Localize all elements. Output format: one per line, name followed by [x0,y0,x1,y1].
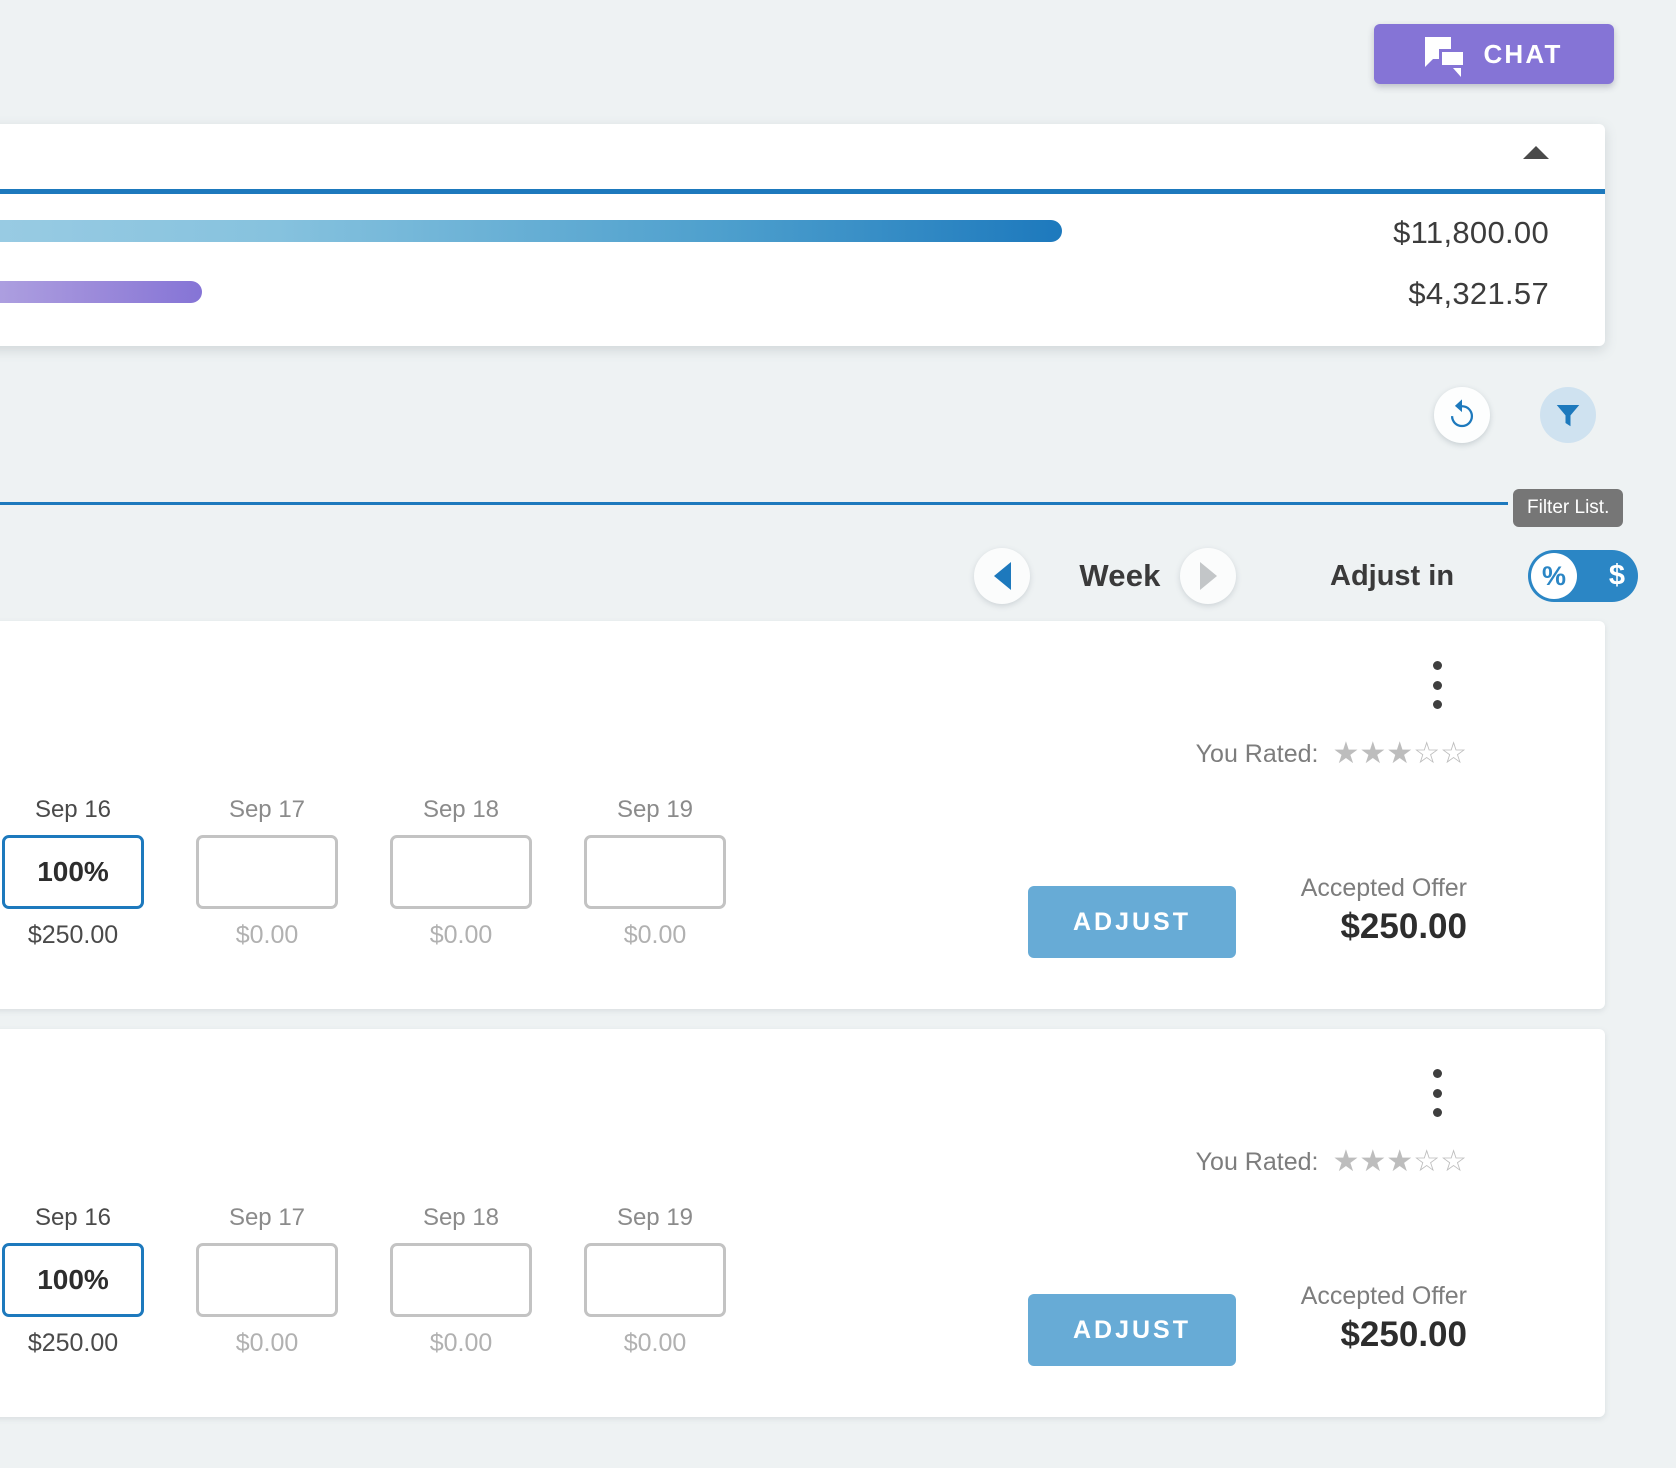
day-input[interactable] [390,835,532,909]
day-amount: $0.00 [623,921,687,949]
summary-amount-purple: $4,321.57 [1408,276,1549,311]
day-input[interactable] [584,835,726,909]
day-label: Sep 19 [616,1204,694,1231]
summary-panel: $11,800.00 $4,321.57 [0,124,1605,346]
day-label: Sep 17 [228,1204,306,1231]
day-amount: $0.00 [429,921,493,949]
summary-bar-blue [0,220,1062,242]
day-amount: $250.00 [27,921,119,949]
star-filled-icon[interactable]: ★ [1386,1145,1413,1178]
rating-stars[interactable]: ★★★☆☆ [1332,1147,1467,1177]
star-empty-icon[interactable]: ☆ [1413,1145,1440,1178]
day-amount: $0.00 [235,921,299,949]
day-amount: $0.00 [235,1329,299,1357]
filter-button[interactable] [1540,387,1596,443]
filter-tooltip: Filter List. [1513,489,1624,527]
day-column: Sep 16 100% $250.00 [0,796,146,950]
rating-row: You Rated: ★★★☆☆ [1196,739,1467,769]
unit-toggle[interactable]: % $ [1528,550,1638,602]
chat-button[interactable]: CHAT [1374,24,1614,84]
caret-up-icon[interactable] [1523,146,1549,159]
star-filled-icon[interactable]: ★ [1386,737,1413,770]
rating-label: You Rated: [1195,1147,1319,1176]
day-input[interactable] [584,1243,726,1317]
day-label: Sep 18 [422,1204,500,1231]
chat-bubbles-icon [1425,37,1464,77]
day-amount: $250.00 [27,1329,119,1357]
star-empty-icon[interactable]: ☆ [1440,1145,1467,1178]
summary-amount-blue: $11,800.00 [1393,215,1549,250]
adjust-button[interactable]: ADJUST [1028,886,1236,958]
job-card: You Rated: ★★★☆☆ Sep 16 100% $250.00 Sep 17… [0,1029,1605,1417]
kebab-menu-icon[interactable] [1424,661,1450,709]
day-amount: $0.00 [429,1329,493,1357]
star-filled-icon[interactable]: ★ [1332,737,1359,770]
day-input[interactable]: 100% [2,835,144,909]
kebab-menu-icon[interactable] [1424,1069,1450,1117]
star-empty-icon[interactable]: ☆ [1413,737,1440,770]
accepted-offer-value: $250.00 [1340,907,1467,946]
day-label: Sep 19 [616,796,694,823]
accepted-offer: Accepted Offer $250.00 [1301,874,1467,947]
caret-left-icon [993,562,1011,590]
funnel-icon [1556,405,1580,427]
day-column: Sep 18 $0.00 [388,1204,534,1358]
day-label: Sep 16 [34,1204,112,1231]
week-next-button[interactable] [1180,548,1236,604]
accepted-offer-label: Accepted Offer [1300,874,1467,902]
rating-label: You Rated: [1195,739,1319,768]
star-empty-icon[interactable]: ☆ [1440,737,1467,770]
accepted-offer-value: $250.00 [1340,1315,1467,1354]
refresh-counterclockwise-icon [1450,399,1474,428]
day-input[interactable] [390,1243,532,1317]
day-column: Sep 19 $0.00 [582,796,728,950]
day-column: Sep 19 $0.00 [582,1204,728,1358]
day-column: Sep 17 $0.00 [194,1204,340,1358]
summary-bar-purple [0,281,202,303]
day-column: Sep 17 $0.00 [194,796,340,950]
star-filled-icon[interactable]: ★ [1332,1145,1359,1178]
week-prev-button[interactable] [974,548,1030,604]
accepted-offer-label: Accepted Offer [1300,1282,1467,1310]
days-grid: Sep 16 100% $250.00 Sep 17 $0.00 Sep 18 $0.00 S… [0,796,728,950]
panel-divider [0,189,1605,194]
chat-button-label: CHAT [1483,38,1563,69]
caret-right-icon [1199,562,1217,590]
day-amount: $0.00 [623,1329,687,1357]
day-input[interactable]: 100% [2,1243,144,1317]
day-label: Sep 17 [228,796,306,823]
rating-row: You Rated: ★★★☆☆ [1196,1147,1467,1177]
rating-stars[interactable]: ★★★☆☆ [1332,739,1467,769]
day-input[interactable] [196,835,338,909]
day-label: Sep 18 [422,796,500,823]
toolbar-divider [0,502,1508,505]
day-column: Sep 18 $0.00 [388,796,534,950]
day-label: Sep 16 [34,796,112,823]
adjust-in-label: Adjust in [1330,560,1455,592]
days-grid: Sep 16 100% $250.00 Sep 17 $0.00 Sep 18 $0.00 S… [0,1204,728,1358]
job-card: You Rated: ★★★☆☆ Sep 16 100% $250.00 Sep 17… [0,621,1605,1009]
unit-toggle-other: $ [1608,559,1625,592]
star-filled-icon[interactable]: ★ [1359,737,1386,770]
adjust-button[interactable]: ADJUST [1028,1294,1236,1366]
day-column: Sep 16 100% $250.00 [0,1204,146,1358]
day-input[interactable] [196,1243,338,1317]
week-label: Week [1079,558,1161,593]
unit-toggle-selected: % [1531,553,1577,599]
accepted-offer: Accepted Offer $250.00 [1301,1282,1467,1355]
star-filled-icon[interactable]: ★ [1359,1145,1386,1178]
refresh-button[interactable] [1434,387,1490,443]
